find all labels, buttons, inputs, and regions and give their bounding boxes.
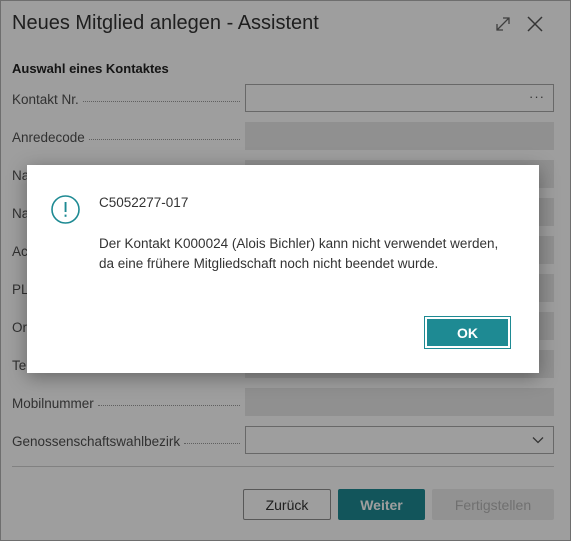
wizard-body: Neues Mitglied anlegen - Assistent Auswa… (1, 1, 570, 540)
warning-info-icon (51, 195, 80, 224)
dialog-message: Der Kontakt K000024 (Alois Bichler) kann… (99, 236, 499, 271)
wizard-window: Neues Mitglied anlegen - Assistent Auswa… (0, 0, 571, 541)
error-dialog: C5052277-017 Der Kontakt K000024 (Alois … (27, 165, 539, 373)
ok-button[interactable]: OK (424, 316, 511, 349)
dialog-error-code: C5052277-017 (99, 195, 189, 210)
